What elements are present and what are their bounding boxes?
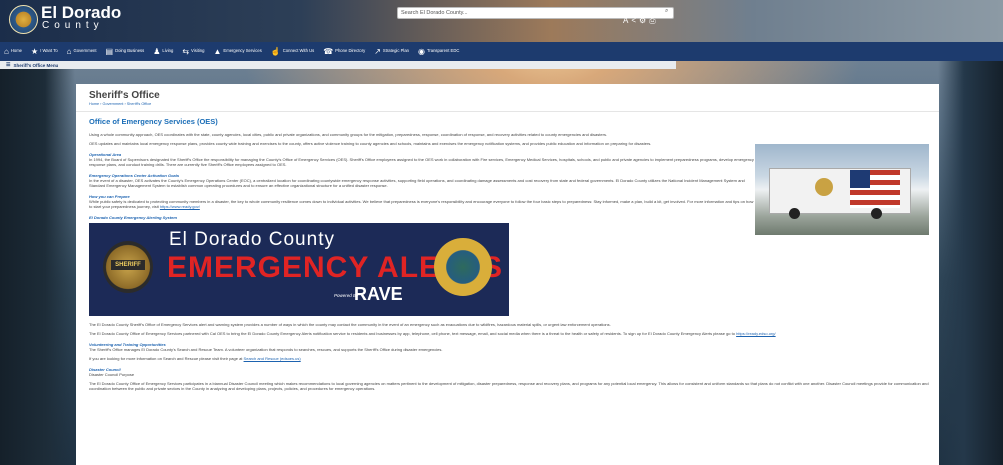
site-title[interactable]: El Dorado — [41, 4, 121, 21]
prepare-text: While public safety is dedicated to prot… — [89, 199, 754, 209]
rave-logo: RAVE — [354, 284, 403, 304]
background-trees-left — [0, 60, 75, 465]
divider — [76, 111, 939, 112]
alert-paragraph-1: The El Dorado County Sheriff's Office of… — [89, 322, 611, 327]
nav-item-home[interactable]: ⌂ Home — [4, 46, 23, 56]
home-icon: ⌂ — [4, 46, 9, 56]
nav-label: Strategic Plan — [382, 48, 409, 54]
nav-label: Living — [162, 48, 174, 54]
chart-icon: ↗ — [374, 46, 381, 56]
operational-area-text: In 1994, the Board of Supervisors design… — [89, 157, 754, 167]
settings-icon[interactable]: ⚙ — [639, 16, 649, 25]
nav-label: Transparent EDC — [426, 48, 460, 54]
page-title: Sheriff's Office — [89, 90, 160, 101]
flag-stars — [850, 170, 870, 188]
banner-county: El Dorado County — [169, 229, 335, 250]
transparent-icon: ◉ — [417, 46, 425, 56]
ready-edso-link[interactable]: https://ready.edso.org/ — [736, 331, 776, 336]
nav-item-visiting[interactable]: ⇆ Visiting — [182, 46, 205, 56]
share-icon[interactable]: < — [631, 16, 639, 25]
nav-label: Phone Directory — [335, 48, 366, 54]
government-icon: ⌂ — [66, 46, 72, 56]
emergency-alerts-banner[interactable]: SHERIFF El Dorado County EMERGENCY ALERT… — [89, 223, 509, 316]
print-icon[interactable]: ⎙ — [649, 16, 658, 25]
volunteer-text: The Sheriff's Office manages El Dorado C… — [89, 347, 443, 352]
disaster-council-subheading: Disaster Council Purpose — [89, 372, 135, 377]
sheriff-badge-icon — [815, 178, 833, 196]
search-icon[interactable]: ⌕ — [665, 8, 668, 15]
disaster-council-text: The El Dorado County Office of Emergency… — [89, 381, 929, 391]
header-tools: A<⚙⎙ — [623, 16, 659, 26]
emergency-vehicle-photo — [755, 144, 929, 235]
sar-text: If you are looking for more information … — [89, 356, 934, 361]
section-title: Office of Emergency Services (OES) — [89, 117, 218, 126]
nav-label: Visiting — [191, 48, 205, 54]
nav-label: I Want To — [40, 48, 58, 54]
nav-item-i-want-to[interactable]: ★ I Want To — [31, 46, 58, 56]
sheriff-menu-label: Sheriff's Office Menu — [13, 62, 59, 68]
people-icon: ♟ — [153, 46, 161, 56]
nav-label: Doing Business — [115, 48, 145, 54]
main-nav: ⌂ Home ★ I Want To ⌂ Government ▤ Doing Busi… — [0, 42, 1003, 61]
nav-item-phone-directory[interactable]: ☎ Phone Directory — [323, 46, 366, 56]
signpost-icon: ⇆ — [182, 46, 190, 56]
nav-label: Home — [10, 48, 23, 54]
star-icon: ★ — [31, 46, 39, 56]
alert-paragraph-2: The El Dorado County Office of Emergency… — [89, 331, 934, 336]
nav-item-doing-business[interactable]: ▤ Doing Business — [105, 46, 145, 56]
sheriff-badge-label: SHERIFF — [111, 260, 145, 270]
sar-text-body: If you are looking for more information … — [89, 356, 243, 361]
search-rescue-link[interactable]: Search and Rescue (edsoes.us) — [244, 356, 301, 361]
intro-paragraph-1: Using a whole community approach, OES co… — [89, 132, 608, 137]
background-trees-right — [938, 60, 1003, 465]
hamburger-icon: ☰ — [6, 62, 11, 68]
thumbs-up-icon: ☝ — [270, 46, 281, 56]
nav-item-government[interactable]: ⌂ Government — [66, 46, 97, 56]
warning-icon: ▲ — [213, 46, 222, 56]
nav-item-strategic-plan[interactable]: ↗ Strategic Plan — [374, 46, 409, 56]
nav-item-transparent-edc[interactable]: ◉ Transparent EDC — [417, 46, 460, 56]
county-seal-icon — [434, 238, 492, 296]
nav-label: Connect With Us — [282, 48, 315, 54]
alert-paragraph-2-body: The El Dorado County Office of Emergency… — [89, 331, 735, 336]
site-header: El Dorado County Search El Dorado County… — [0, 0, 1003, 42]
wheel — [789, 208, 800, 219]
breadcrumb[interactable]: Home › Government › Sheriff's Office — [89, 102, 939, 106]
phone-icon: ☎ — [323, 46, 334, 56]
eoc-text: In the event of a disaster, OES activate… — [89, 178, 745, 188]
sheriff-menu-toggle[interactable]: ☰ Sheriff's Office Menu — [0, 61, 676, 69]
nav-item-emergency-services[interactable]: ▲ Emergency Services — [213, 46, 262, 56]
site-subtitle[interactable]: County — [42, 20, 104, 31]
nav-item-connect[interactable]: ☝ Connect With Us — [270, 46, 315, 56]
nav-item-living[interactable]: ♟ Living — [153, 46, 174, 56]
wheel — [871, 208, 882, 219]
ready-gov-link[interactable]: https://www.ready.gov/ — [160, 204, 200, 209]
nav-label: Government — [73, 48, 97, 54]
county-seal-icon[interactable] — [9, 5, 38, 34]
nav-label: Emergency Services — [223, 48, 262, 54]
content-panel: Sheriff's Office Home › Government › She… — [76, 84, 939, 465]
briefcase-icon: ▤ — [105, 46, 114, 56]
